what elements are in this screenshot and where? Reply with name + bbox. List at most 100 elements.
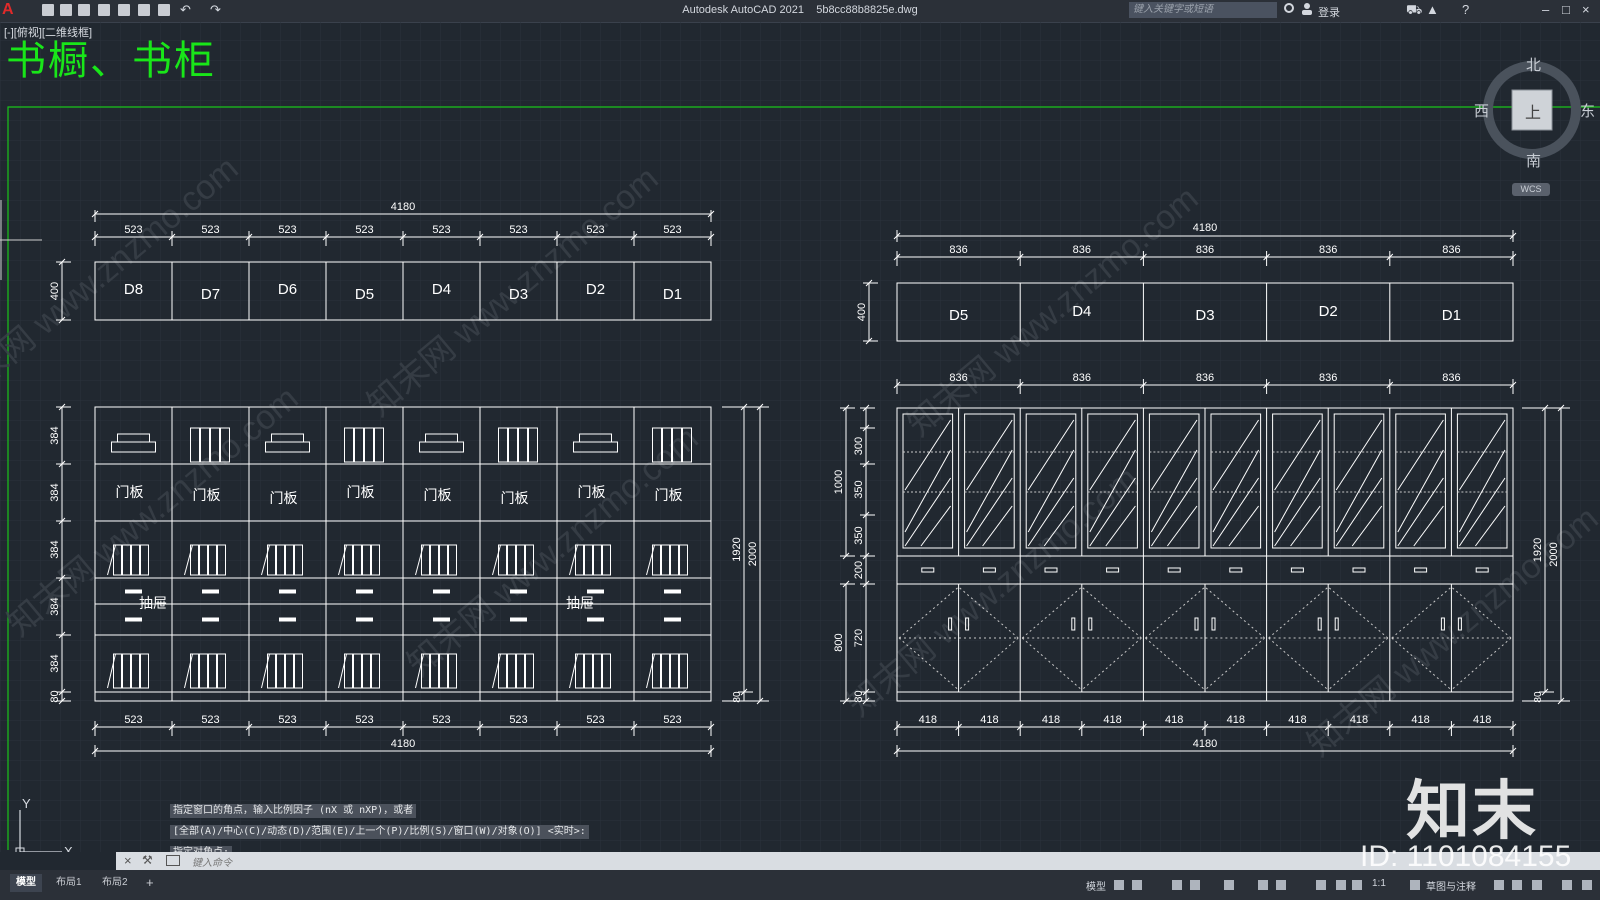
object-snap-icon[interactable]: [1276, 880, 1286, 890]
drawer-handle: [510, 589, 527, 594]
drawer-handle: [125, 589, 142, 594]
grid-icon[interactable]: [1114, 880, 1124, 890]
tab-model[interactable]: 模型: [10, 874, 42, 892]
search-input[interactable]: 键入关键字或短语: [1129, 2, 1277, 18]
module-width-dimension-label: 836: [1442, 244, 1460, 256]
module-width-dimension-label: 836: [1196, 244, 1214, 256]
open-file-icon[interactable]: [60, 4, 72, 16]
save-as-icon[interactable]: [98, 4, 110, 16]
overall-width-label: 4180: [1193, 222, 1217, 234]
cart-icon[interactable]: ⛟: [1406, 2, 1422, 20]
undo-icon[interactable]: ↶: [180, 2, 191, 18]
top-unit-height-dimension-label: 400: [49, 282, 61, 300]
object-snap-tracking-icon[interactable]: [1258, 880, 1268, 890]
door-width-dimension-label: 418: [1473, 714, 1491, 726]
publish-icon[interactable]: [118, 4, 130, 16]
add-layout-button[interactable]: +: [140, 874, 160, 892]
module-width-dimension-label: 523: [355, 224, 373, 236]
door-width-dimension-label: 418: [980, 714, 998, 726]
module-width-dimension-label: 523: [432, 224, 450, 236]
polar-icon[interactable]: [1190, 880, 1200, 890]
viewcube-north[interactable]: 北: [1526, 54, 1541, 75]
search-icon[interactable]: [1284, 3, 1294, 13]
workspace-switch-dropdown[interactable]: 草图与注释: [1426, 878, 1476, 893]
cabinet-code-label: D5: [949, 307, 968, 324]
drawer-handle: [510, 617, 527, 622]
wcs-menu-button[interactable]: WCS: [1512, 183, 1550, 196]
row-height-dimension-label: 384: [49, 597, 61, 615]
maximize-icon[interactable]: □: [1562, 2, 1570, 17]
command-history-line: 指定窗口的角点，输入比例因子 (nX 或 nXP)，或者: [170, 804, 417, 818]
overall-width-label: 4180: [1193, 738, 1217, 750]
cabinet-code-label: D1: [663, 286, 682, 303]
close-icon[interactable]: ×: [1582, 2, 1590, 17]
auto-scale-icon[interactable]: [1336, 880, 1346, 890]
isolate-objects-icon[interactable]: [1512, 880, 1522, 890]
cabinet-code-label: D4: [432, 281, 451, 298]
total-height-dimension-label: 2000: [1548, 542, 1560, 566]
plot-icon[interactable]: [138, 4, 150, 16]
viewcube-south[interactable]: 南: [1526, 150, 1541, 171]
cabinet-code-label: D4: [1072, 303, 1091, 320]
module-width-dimension-label: 836: [1319, 372, 1337, 384]
base-height-label: 80: [732, 691, 743, 703]
drawing-canvas[interactable]: 知末网 www.znzmo.com 知末网 www.znzmo.com知末网 ww…: [0, 22, 1600, 852]
viewcube-top-label[interactable]: 上: [1525, 99, 1541, 123]
save-icon[interactable]: [78, 4, 90, 16]
overall-width-label: 4180: [391, 201, 415, 213]
module-width-dimension-label: 523: [124, 714, 142, 726]
module-width-dimension-label: 523: [509, 714, 527, 726]
inner-height-dimension-label: 1920: [1532, 538, 1544, 562]
plus-icon[interactable]: [1494, 880, 1504, 890]
drawer-handle: [664, 617, 681, 622]
redo-icon[interactable]: ↷: [210, 2, 221, 18]
close-command-line-icon[interactable]: ×: [124, 853, 132, 868]
hardware-acceleration-icon[interactable]: [1532, 880, 1542, 890]
command-input[interactable]: 键入命令: [192, 854, 232, 869]
viewcube[interactable]: 北 南 西 东 上: [1468, 52, 1598, 202]
ortho-icon[interactable]: [1172, 880, 1182, 890]
module-width-dimension-label: 523: [355, 714, 373, 726]
user-icon[interactable]: [1302, 3, 1312, 15]
isodraft-icon[interactable]: [1224, 880, 1234, 890]
help-icon[interactable]: ?: [1462, 2, 1469, 17]
login-button[interactable]: 登录: [1318, 4, 1340, 20]
inner-height-dimension-label: 1920: [731, 537, 743, 561]
viewcube-west[interactable]: 西: [1474, 100, 1489, 121]
autocad-logo-icon[interactable]: A: [2, 1, 20, 19]
annotation-scale-icon[interactable]: [1352, 880, 1362, 890]
annotation-visibility-icon[interactable]: [1316, 880, 1326, 890]
door-width-dimension-label: 418: [1288, 714, 1306, 726]
tab-layout1[interactable]: 布局1: [50, 874, 88, 892]
annotation-scale-dropdown[interactable]: 1:1: [1372, 878, 1386, 889]
module-width-dimension-label: 523: [201, 714, 219, 726]
snap-icon[interactable]: [1132, 880, 1142, 890]
door-label: 门板: [193, 487, 221, 503]
drawer-handle: [356, 617, 373, 622]
door-width-dimension-label: 418: [1411, 714, 1429, 726]
customize-icon[interactable]: ⚒: [142, 853, 153, 867]
new-file-icon[interactable]: [42, 4, 54, 16]
cabinet-code-label: D8: [124, 281, 143, 298]
module-width-dimension-label: 523: [201, 224, 219, 236]
total-height-dimension-label: 2000: [747, 542, 759, 566]
title-bar: A ↶ ↷ Autodesk AutoCAD 2021 5b8cc88b8825…: [0, 0, 1600, 23]
ucs-x-label: X: [64, 844, 73, 852]
clean-screen-icon[interactable]: [1562, 880, 1572, 890]
minimize-icon[interactable]: –: [1542, 2, 1549, 17]
print-icon[interactable]: [158, 4, 170, 16]
recent-commands-icon[interactable]: [166, 855, 180, 866]
command-history-line: [全部(A)/中心(C)/动态(D)/范围(E)/上一个(P)/比例(S)/窗口…: [170, 825, 589, 839]
cabinet-code-label: D5: [355, 286, 374, 303]
drawer-handle: [279, 589, 296, 594]
gear-icon[interactable]: [1410, 880, 1420, 890]
door-width-dimension-label: 418: [919, 714, 937, 726]
tab-layout2[interactable]: 布局2: [96, 874, 134, 892]
module-width-dimension-label: 836: [949, 372, 967, 384]
module-width-dimension-label: 523: [432, 714, 450, 726]
drawer-handle: [202, 617, 219, 622]
autodesk-app-icon[interactable]: ▲: [1426, 2, 1439, 17]
customization-menu-icon[interactable]: [1582, 880, 1592, 890]
viewcube-east[interactable]: 东: [1580, 100, 1595, 121]
model-space-button[interactable]: 模型: [1086, 878, 1106, 893]
